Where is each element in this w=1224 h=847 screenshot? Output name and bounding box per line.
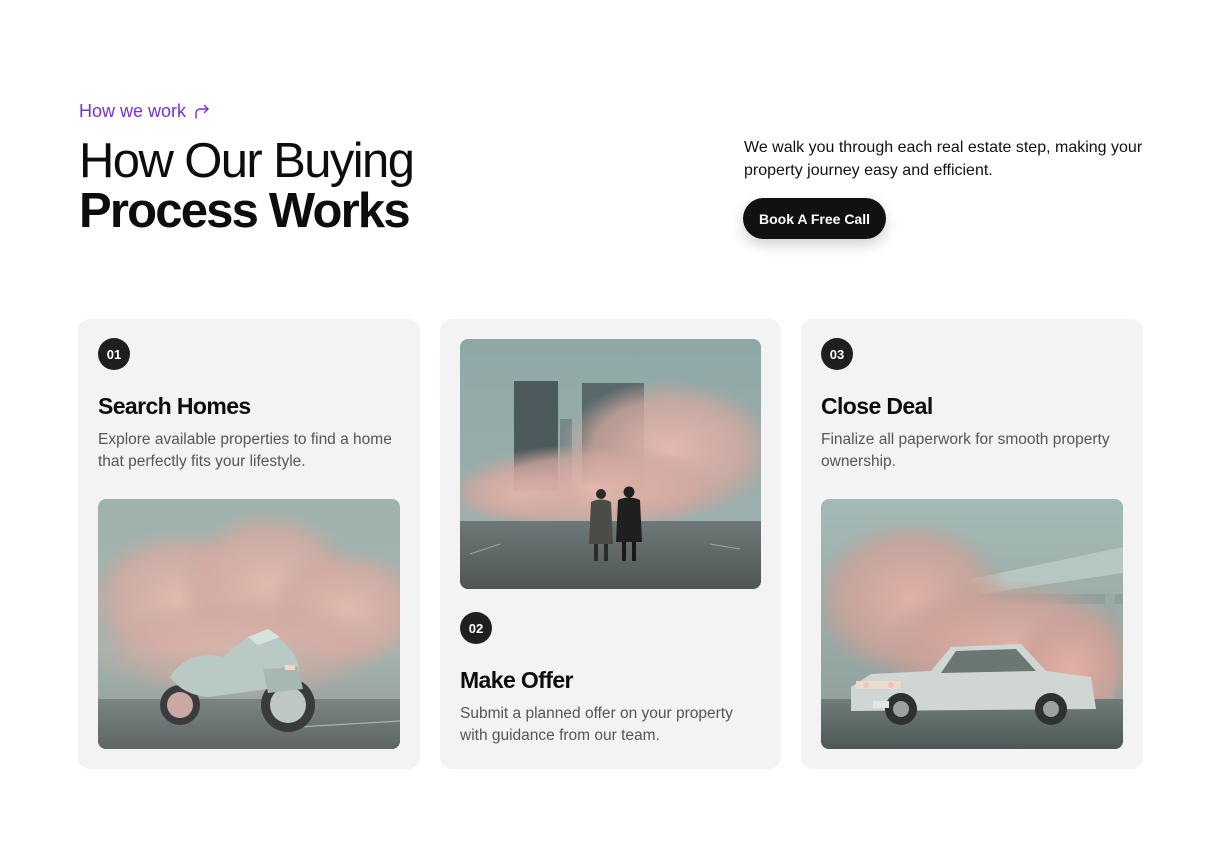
step-number-badge: 03 — [821, 338, 853, 370]
title-line-2: Process Works — [79, 184, 411, 238]
step-title: Close Deal — [821, 393, 933, 419]
title-line-1: How Our Buying — [79, 134, 415, 188]
how-we-work-section: How we work How Our Buying Process Works… — [0, 0, 1224, 847]
eyebrow-link[interactable]: How we work — [79, 101, 210, 122]
step-number-badge: 02 — [460, 612, 492, 644]
car-carport-smoke-image — [821, 499, 1123, 749]
eyebrow-label: How we work — [79, 101, 187, 121]
step-description: Finalize all paperwork for smooth proper… — [821, 431, 1110, 470]
couple-city-fog-image — [460, 339, 761, 589]
step-card-close-deal: 03 Close Deal Finalize all paperwork for… — [801, 319, 1143, 769]
step-number-badge: 01 — [98, 338, 130, 370]
page-title: How Our Buying Process Works — [79, 134, 415, 238]
intro-text: We walk you through each real estate ste… — [744, 139, 1143, 179]
step-title: Search Homes — [98, 393, 251, 419]
step-description: Explore available properties to find a h… — [98, 431, 392, 470]
arrow-turn-right-icon — [195, 104, 209, 119]
step-card-search-homes: 01 Search Homes Explore available proper… — [78, 319, 420, 769]
step-description: Submit a planned offer on your property … — [460, 705, 733, 744]
motorcycle-fog-image — [98, 499, 400, 749]
step-card-make-offer: 02 Make Offer Submit a planned offer on … — [440, 319, 781, 769]
step-title: Make Offer — [460, 667, 573, 693]
book-call-button[interactable]: Book A Free Call — [743, 198, 886, 239]
